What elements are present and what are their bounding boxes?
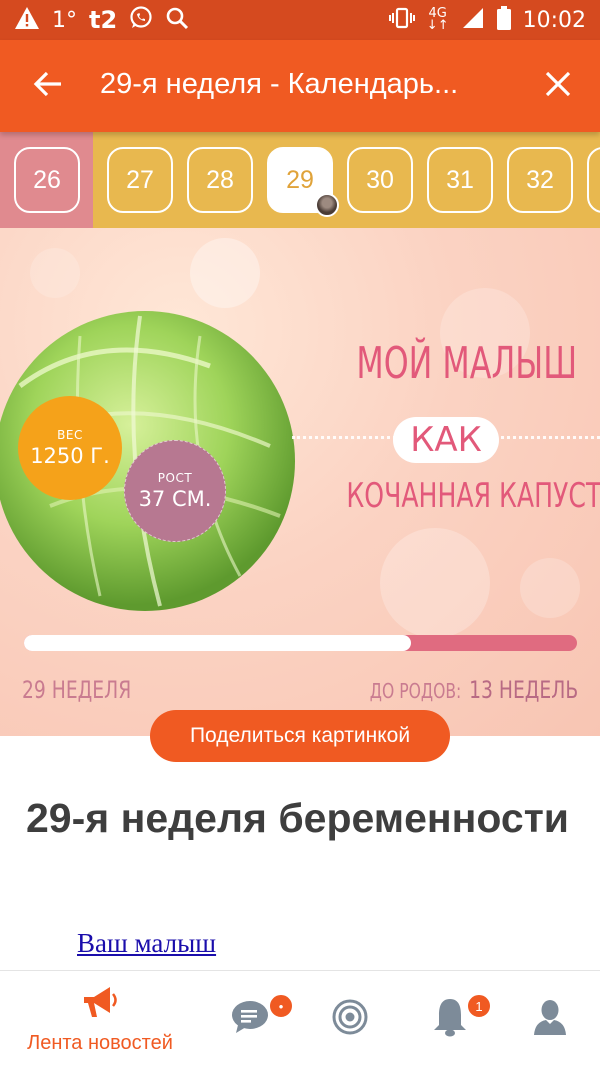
- bokeh-decoration: [380, 528, 490, 638]
- week-chip-28[interactable]: 28: [187, 147, 253, 213]
- profile-icon: [532, 998, 568, 1041]
- banner-like-pill: КАК: [393, 417, 499, 463]
- bokeh-decoration: [520, 558, 580, 618]
- nav-notifications[interactable]: 1: [410, 971, 492, 1066]
- avatar: [315, 193, 339, 217]
- your-baby-link[interactable]: Ваш малыш: [77, 928, 216, 959]
- nav-chat[interactable]: •: [210, 971, 294, 1066]
- progress-fill: [24, 635, 412, 651]
- warning-icon: [14, 6, 40, 35]
- bokeh-decoration: [30, 248, 80, 298]
- banner-comparison: КОЧАННАЯ КАПУСТА: [346, 476, 600, 516]
- temperature-text: 1°: [52, 7, 77, 33]
- height-badge: РОСТ 37 СМ.: [124, 440, 226, 542]
- week-banner-image: ВЕС 1250 Г. РОСТ 37 СМ. МОЙ МАЛЫШ КАК КО…: [0, 228, 600, 736]
- week-chip-31[interactable]: 31: [427, 147, 493, 213]
- notifications-badge: 1: [466, 993, 492, 1019]
- bell-icon: [432, 997, 468, 1042]
- height-value: 37 СМ.: [138, 487, 212, 511]
- share-image-button[interactable]: Поделиться картинкой: [150, 710, 450, 762]
- current-week-label: 29 НЕДЕЛЯ: [22, 676, 132, 704]
- page-title: 29-я неделя - Календарь...: [100, 68, 459, 100]
- nav-news-feed-label: Лента новостей: [27, 1032, 173, 1054]
- week-selector: 26 27 28 29 30 31 32: [0, 132, 600, 228]
- close-button[interactable]: [534, 62, 582, 110]
- week-chip-label: 29: [286, 165, 314, 194]
- week-chip-29-current[interactable]: 29: [267, 147, 339, 217]
- target-icon: [332, 999, 368, 1040]
- article-title: 29-я неделя беременности: [26, 795, 570, 841]
- weight-value: 1250 Г.: [30, 444, 110, 468]
- week-chip-27[interactable]: 27: [107, 147, 173, 213]
- signal-icon: [461, 6, 485, 35]
- week-chip-next[interactable]: [587, 147, 600, 213]
- week-chip-30[interactable]: 30: [347, 147, 413, 213]
- weight-label: ВЕС: [57, 428, 83, 442]
- app-bar: 29-я неделя - Календарь...: [0, 40, 600, 132]
- remaining-value: 13 НЕДЕЛЬ: [468, 676, 578, 704]
- banner-headline: МОЙ МАЛЫШ: [356, 338, 578, 389]
- pregnancy-progress-bar: [24, 635, 577, 651]
- remaining-label: ДО РОДОВ:: [369, 679, 462, 703]
- network-type: 4G ↓↑: [426, 6, 449, 33]
- carrier-text: t2: [89, 6, 118, 34]
- status-bar: 1° t2 4G ↓↑ 10:02: [0, 0, 600, 40]
- arrow-left-icon: [33, 71, 63, 102]
- vibrate-icon: [388, 6, 415, 35]
- search-icon: [165, 6, 189, 35]
- weight-badge: ВЕС 1250 Г.: [18, 396, 122, 500]
- battery-icon: [496, 5, 511, 35]
- nav-profile[interactable]: [510, 971, 590, 1066]
- back-button[interactable]: [24, 62, 72, 110]
- whatsapp-icon: [129, 5, 153, 35]
- height-label: РОСТ: [157, 471, 193, 485]
- nav-goals[interactable]: [310, 971, 390, 1066]
- weeks-remaining: ДО РОДОВ: 13 НЕДЕЛЬ: [370, 676, 578, 704]
- week-chip-26[interactable]: 26: [14, 147, 80, 213]
- close-icon: [545, 71, 571, 102]
- bottom-navigation: Лента новостей • 1: [0, 970, 600, 1066]
- nav-news-feed[interactable]: Лента новостей: [10, 971, 190, 1066]
- chat-icon: [230, 999, 270, 1040]
- week-chip-32[interactable]: 32: [507, 147, 573, 213]
- megaphone-icon: [80, 983, 120, 1026]
- chat-notification-badge: •: [268, 993, 294, 1019]
- clock: 10:02: [522, 7, 586, 33]
